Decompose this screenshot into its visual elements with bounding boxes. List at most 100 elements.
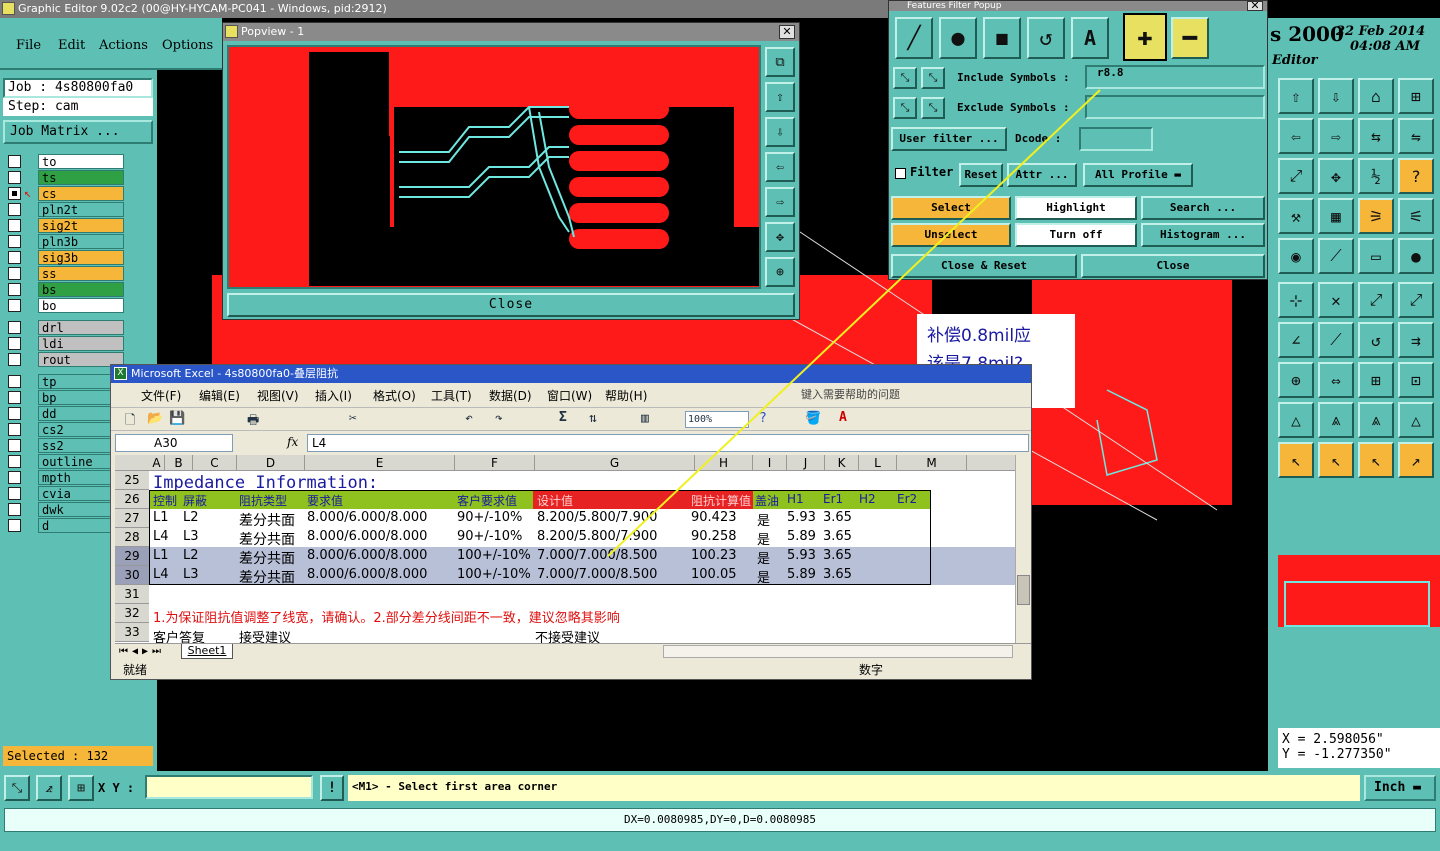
cut-icon[interactable]: ✂ (349, 411, 357, 426)
text-feature-icon[interactable]: A (1071, 17, 1109, 59)
tools-icon[interactable]: ⚒ (1278, 198, 1314, 234)
layer-checkbox[interactable] (8, 407, 21, 420)
help-icon[interactable]: ? (759, 411, 767, 426)
layer-name[interactable]: bs (38, 282, 124, 297)
sum-icon[interactable]: Σ (559, 410, 567, 425)
mirror-icon[interactable]: ⇆ (1358, 118, 1394, 154)
units-menu[interactable]: Inch ▬ (1364, 775, 1436, 801)
dcode-input[interactable] (1079, 127, 1153, 151)
layer-checkbox[interactable] (8, 375, 21, 388)
exclude-shrink-icon[interactable]: ⤡ (921, 97, 945, 119)
pointer-icon[interactable]: ↖ (1278, 442, 1314, 478)
popview-pan-icon[interactable]: ⊕ (765, 257, 795, 287)
down-step-icon[interactable]: ⇩ (1318, 78, 1354, 114)
flip-icon[interactable]: ⇋ (1398, 118, 1434, 154)
function-icon[interactable]: fx (287, 435, 298, 449)
layer-name[interactable]: pln2t (38, 202, 124, 217)
open-icon[interactable]: 📂 (147, 411, 163, 426)
row-header-33[interactable]: 33 (115, 623, 149, 642)
layer-checkbox[interactable] (8, 487, 21, 500)
layer-name[interactable]: bo (38, 298, 124, 313)
layer-checkbox[interactable] (8, 235, 21, 248)
layer-checkbox[interactable] (8, 203, 21, 216)
ruler-icon[interactable]: ▭ (1358, 238, 1394, 274)
column-header-D[interactable]: D (237, 455, 305, 471)
layer-checkbox[interactable] (8, 423, 21, 436)
column-header-H[interactable]: H (695, 455, 753, 471)
tab-sheet1[interactable]: Sheet1 (181, 644, 233, 659)
layer-name[interactable]: sig3b (38, 250, 124, 265)
popview-page-down-icon[interactable]: ⇩ (765, 117, 795, 147)
turn-off-button[interactable]: Turn off (1015, 223, 1137, 247)
table-row[interactable]: L1 L2 差分共面 8.000/6.000/8.000 90+/-10% 8.200/5… (115, 509, 1015, 529)
layer-checkbox[interactable] (8, 283, 21, 296)
include-shrink-icon[interactable]: ⤡ (921, 67, 945, 89)
layers-icon[interactable]: ⚟ (1398, 198, 1434, 234)
arc-feature-icon[interactable]: ↺ (1027, 17, 1065, 59)
new-icon[interactable]: 🗋 (125, 411, 135, 433)
negative-polarity-icon[interactable]: ━ (1171, 17, 1209, 59)
job-matrix-button[interactable]: Job Matrix ... (3, 120, 153, 144)
pointer4-icon[interactable]: ↗ (1398, 442, 1434, 478)
horizontal-scrollbar[interactable] (663, 645, 1013, 658)
window-icon[interactable]: ⊞ (1398, 78, 1434, 114)
connect-icon[interactable]: ⤢ (1358, 282, 1394, 318)
exclude-symbols-input[interactable] (1085, 95, 1265, 119)
undo-icon[interactable]: ↶ (465, 411, 473, 426)
exclude-expand-icon[interactable]: ⤡ (893, 97, 917, 119)
zoom-select[interactable]: 100% (685, 411, 749, 428)
filter-close-icon[interactable]: ✕ (1247, 1, 1263, 11)
column-header-J[interactable]: J (787, 455, 825, 471)
layer-name[interactable]: ss (38, 266, 124, 281)
layer-name[interactable]: pln3b (38, 234, 124, 249)
up-step-icon[interactable]: ⇧ (1278, 78, 1314, 114)
split-icon[interactable]: ⇉ (1398, 322, 1434, 358)
fill-color-icon[interactable]: 🪣 (805, 411, 821, 426)
popview-page-up-icon[interactable]: ⇧ (765, 82, 795, 112)
layer-checkbox[interactable] (8, 219, 21, 232)
excel-menu-item-3[interactable]: 插入(I) (315, 387, 352, 404)
excel-menu-item-8[interactable]: 帮助(H) (605, 387, 647, 404)
triangle3-icon[interactable]: ⩓ (1358, 402, 1394, 438)
zoom-area-icon[interactable]: ⤡ (4, 775, 30, 801)
excel-menu-item-6[interactable]: 数据(D) (489, 387, 532, 404)
column-header-A[interactable]: A (149, 455, 165, 471)
excel-menu-item-2[interactable]: 视图(V) (257, 387, 299, 404)
layer-name[interactable]: to (38, 154, 124, 169)
search-button[interactable]: Search ... (1141, 196, 1265, 220)
row-header-32[interactable]: 32 (115, 604, 149, 623)
sheet-grid[interactable]: ABCDEFGHIJKLM 25 26 27 28 29 30 31 32 33 Impedan… (115, 455, 1015, 643)
column-header-L[interactable]: L (859, 455, 897, 471)
filter-close-button[interactable]: Close (1081, 254, 1265, 278)
menu-actions[interactable]: Actions (99, 38, 148, 53)
excel-menu-item-0[interactable]: 文件(F) (141, 387, 181, 404)
group-icon[interactable]: ⊡ (1398, 362, 1434, 398)
line-icon[interactable]: ⟋ (1318, 238, 1354, 274)
dot-icon[interactable]: ● (1398, 238, 1434, 274)
font-color-icon[interactable]: A (839, 410, 847, 425)
scale-icon[interactable]: ½ (1358, 158, 1394, 194)
layer-checkbox[interactable] (8, 439, 21, 452)
traffic-light-icon[interactable]: ⚞ (1358, 198, 1394, 234)
scroll-thumb[interactable] (1017, 575, 1030, 605)
table-row[interactable]: L4 L3 差分共面 8.000/6.000/8.000 100+/-10% 7.000/… (115, 566, 1015, 586)
attr-button[interactable]: Attr ... (1007, 163, 1077, 187)
popview-close-button[interactable]: Close (227, 293, 795, 317)
pad-icon[interactable]: ◉ (1278, 238, 1314, 274)
all-profile-menu[interactable]: All Profile ▬ (1083, 163, 1193, 187)
include-symbols-input[interactable]: r8.8 (1085, 65, 1265, 89)
pad-feature-icon[interactable]: ● (939, 17, 977, 59)
pointer3-icon[interactable]: ↖ (1358, 442, 1394, 478)
surface-feature-icon[interactable]: ◼ (983, 17, 1021, 59)
layer-checkbox[interactable] (8, 155, 21, 168)
layer-name[interactable]: ts (38, 170, 124, 185)
tab-nav-icons[interactable]: ⏮◀▶⏭ (119, 646, 165, 657)
layer-checkbox[interactable] (8, 455, 21, 468)
table-row[interactable]: L1 L2 差分共面 8.000/6.000/8.000 100+/-10% 7.000/… (115, 547, 1015, 567)
left-step-icon[interactable]: ⇦ (1278, 118, 1314, 154)
popview-canvas[interactable] (227, 45, 761, 289)
highlight-button[interactable]: Highlight (1015, 196, 1137, 220)
layer-checkbox[interactable] (8, 471, 21, 484)
popview-page-left-icon[interactable]: ⇦ (765, 152, 795, 182)
info-icon[interactable]: ! (320, 775, 344, 801)
